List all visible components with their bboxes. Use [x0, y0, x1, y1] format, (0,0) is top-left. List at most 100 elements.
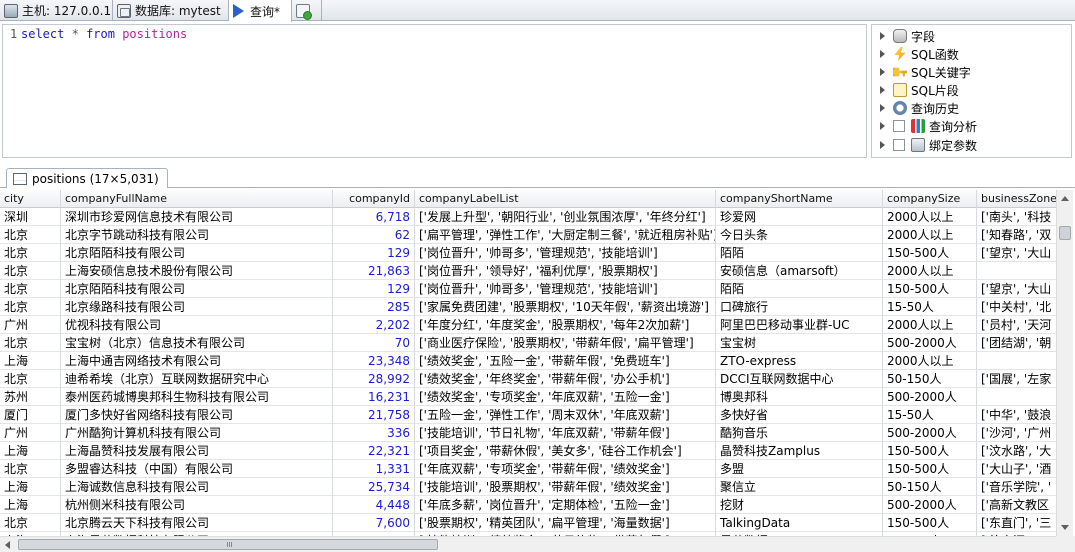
- row-cell-company-full-name[interactable]: 北京字节跳动科技有限公司: [61, 226, 333, 244]
- row-cell-company-label-list[interactable]: ['技能培训', '节日礼物', '年底双薪', '带薪年假']: [415, 424, 716, 442]
- row-cell-company-full-name[interactable]: 泰州医药城博奥邦科生物科技有限公司: [61, 388, 333, 406]
- row-cell-company-short-name[interactable]: 陌陌: [716, 244, 883, 262]
- row-cell-company-size[interactable]: 150-500人: [883, 280, 977, 298]
- expand-arrow-icon[interactable]: [880, 50, 885, 58]
- tab-database[interactable]: 数据库: mytest: [113, 0, 229, 21]
- row-cell-company-label-list[interactable]: ['扁平管理', '弹性工作', '大厨定制三餐', '就近租房补贴']: [415, 226, 716, 244]
- row-cell-company-id[interactable]: 16,231: [333, 388, 415, 406]
- row-cell-business-zones[interactable]: [977, 262, 1056, 280]
- row-cell-city[interactable]: 上海: [0, 442, 61, 460]
- row-cell-company-full-name[interactable]: 上海安硕信息技术股份有限公司: [61, 262, 333, 280]
- row-cell-business-zones[interactable]: [977, 352, 1056, 370]
- row-cell-company-size[interactable]: 150-500人: [883, 244, 977, 262]
- row-cell-company-short-name[interactable]: 多快好省: [716, 406, 883, 424]
- table-row[interactable]: 北京 北京陌陌科技有限公司 129 ['岗位晋升', '帅哥多', '管理规范', '…: [0, 244, 1056, 262]
- expand-arrow-icon[interactable]: [880, 122, 885, 130]
- row-cell-company-short-name[interactable]: 陌陌: [716, 280, 883, 298]
- row-cell-company-label-list[interactable]: ['发展上升型', '朝阳行业', '创业氛围浓厚', '年终分红']: [415, 208, 716, 226]
- table-row[interactable]: 北京 迪希希埃（北京）互联网数据研究中心 28,992 ['绩效奖金', '年终奖金'…: [0, 370, 1056, 388]
- new-query-tab-button[interactable]: [292, 0, 322, 21]
- row-cell-city[interactable]: 北京: [0, 244, 61, 262]
- row-cell-business-zones[interactable]: ['中关村', '北: [977, 298, 1056, 316]
- row-cell-business-zones[interactable]: ['汶水路', '大: [977, 442, 1056, 460]
- table-row[interactable]: 北京 宝宝树（北京）信息技术有限公司 70 ['商业医疗保险', '股票期权', '带…: [0, 334, 1056, 352]
- row-cell-business-zones[interactable]: ['望京', '大山: [977, 280, 1056, 298]
- column-header-company-id[interactable]: companyId: [333, 190, 415, 208]
- helper-item-query-analysis[interactable]: 查询分析: [880, 117, 977, 135]
- table-row[interactable]: 北京 多盟睿达科技（中国）有限公司 1,331 ['年底双薪', '专项奖金', '带…: [0, 460, 1056, 478]
- row-cell-company-full-name[interactable]: 北京缘路科技有限公司: [61, 298, 333, 316]
- row-cell-business-zones[interactable]: ['知春路', '双: [977, 226, 1056, 244]
- row-cell-company-id[interactable]: 129: [333, 244, 415, 262]
- table-row[interactable]: 北京 北京陌陌科技有限公司 129 ['岗位晋升', '帅哥多', '管理规范', '…: [0, 280, 1056, 298]
- scroll-left-arrow-icon[interactable]: [5, 541, 10, 549]
- row-cell-company-id[interactable]: 62: [333, 226, 415, 244]
- helper-item-sql-snippets[interactable]: SQL片段: [880, 81, 959, 99]
- row-cell-company-full-name[interactable]: 深圳市珍爱网信息技术有限公司: [61, 208, 333, 226]
- table-row[interactable]: 北京 北京腾云天下科技有限公司 7,600 ['股票期权', '精英团队', '扁平管…: [0, 514, 1056, 532]
- column-header-company-short-name[interactable]: companyShortName: [716, 190, 883, 208]
- sql-editor[interactable]: 1 select * from positions: [2, 24, 867, 158]
- bind-params-checkbox[interactable]: [893, 139, 905, 151]
- row-cell-city[interactable]: 上海: [0, 478, 61, 496]
- table-row[interactable]: 上海 上海晶赞科技发展有限公司 22,321 ['项目奖金', '带薪休假', '美女…: [0, 442, 1056, 460]
- row-cell-company-id[interactable]: 285: [333, 298, 415, 316]
- helper-item-bind-params[interactable]: 绑定参数: [880, 136, 977, 154]
- row-cell-company-full-name[interactable]: 北京陌陌科技有限公司: [61, 244, 333, 262]
- row-cell-company-id[interactable]: 22,321: [333, 442, 415, 460]
- row-cell-company-size[interactable]: 2000人以上: [883, 208, 977, 226]
- row-cell-business-zones[interactable]: [977, 388, 1056, 406]
- row-cell-company-short-name[interactable]: 聚信立: [716, 478, 883, 496]
- row-cell-company-full-name[interactable]: 北京腾云天下科技有限公司: [61, 514, 333, 532]
- row-cell-company-label-list[interactable]: ['绩效奖金', '专项奖金', '年底双薪', '五险一金']: [415, 388, 716, 406]
- scroll-up-arrow-icon[interactable]: [1061, 196, 1069, 201]
- vertical-scrollbar[interactable]: [1056, 190, 1073, 536]
- column-header-company-full-name[interactable]: companyFullName: [61, 190, 333, 208]
- row-cell-company-short-name[interactable]: ZTO-express: [716, 352, 883, 370]
- expand-arrow-icon[interactable]: [880, 104, 885, 112]
- row-cell-company-full-name[interactable]: 杭州侧米科技有限公司: [61, 496, 333, 514]
- row-cell-company-size[interactable]: 500-2000人: [883, 424, 977, 442]
- table-row[interactable]: 广州 优视科技有限公司 2,202 ['年度分红', '年度奖金', '股票期权', …: [0, 316, 1056, 334]
- row-cell-company-short-name[interactable]: 挖财: [716, 496, 883, 514]
- horizontal-scrollbar[interactable]: [0, 536, 1056, 552]
- row-cell-company-id[interactable]: 23,348: [333, 352, 415, 370]
- row-cell-city[interactable]: 北京: [0, 226, 61, 244]
- row-cell-company-label-list[interactable]: ['年度分红', '年度奖金', '股票期权', '每年2次加薪']: [415, 316, 716, 334]
- row-cell-company-label-list[interactable]: ['五险一金', '弹性工作', '周末双休', '年底双薪']: [415, 406, 716, 424]
- vertical-scroll-thumb[interactable]: [1059, 226, 1071, 240]
- row-cell-company-size[interactable]: 2000人以上: [883, 316, 977, 334]
- row-cell-company-size[interactable]: 2000人以上: [883, 352, 977, 370]
- row-cell-company-short-name[interactable]: 今日头条: [716, 226, 883, 244]
- row-cell-company-short-name[interactable]: 珍爱网: [716, 208, 883, 226]
- table-row[interactable]: 厦门 厦门多快好省网络科技有限公司 21,758 ['五险一金', '弹性工作', '…: [0, 406, 1056, 424]
- helper-item-sql-functions[interactable]: SQL函数: [880, 45, 959, 63]
- row-cell-company-id[interactable]: 6,718: [333, 208, 415, 226]
- row-cell-company-id[interactable]: 21,758: [333, 406, 415, 424]
- row-cell-company-short-name[interactable]: 博奥邦科: [716, 388, 883, 406]
- row-cell-business-zones[interactable]: ['南头', '科技: [977, 208, 1056, 226]
- result-tab[interactable]: positions (17×5,031): [6, 168, 168, 188]
- row-cell-company-short-name[interactable]: TalkingData: [716, 514, 883, 532]
- row-cell-city[interactable]: 上海: [0, 496, 61, 514]
- row-cell-company-label-list[interactable]: ['项目奖金', '带薪休假', '美女多', '硅谷工作机会']: [415, 442, 716, 460]
- row-cell-company-short-name[interactable]: DCCI互联网数据中心: [716, 370, 883, 388]
- row-cell-company-full-name[interactable]: 北京陌陌科技有限公司: [61, 280, 333, 298]
- row-cell-company-label-list[interactable]: ['年底多薪', '岗位晋升', '定期体检', '五险一金']: [415, 496, 716, 514]
- table-row[interactable]: 苏州 泰州医药城博奥邦科生物科技有限公司 16,231 ['绩效奖金', '专项奖金'…: [0, 388, 1056, 406]
- row-cell-company-full-name[interactable]: 上海诚数信息科技有限公司: [61, 478, 333, 496]
- row-cell-business-zones[interactable]: ['员村', '天河: [977, 316, 1056, 334]
- row-cell-business-zones[interactable]: ['高新文教区: [977, 496, 1056, 514]
- table-row[interactable]: 北京 北京缘路科技有限公司 285 ['家属免费团建', '股票期权', '10天年假…: [0, 298, 1056, 316]
- row-cell-city[interactable]: 广州: [0, 424, 61, 442]
- row-cell-company-size[interactable]: 150-500人: [883, 442, 977, 460]
- row-cell-company-size[interactable]: 150-500人: [883, 460, 977, 478]
- row-cell-company-full-name[interactable]: 迪希希埃（北京）互联网数据研究中心: [61, 370, 333, 388]
- row-cell-company-short-name[interactable]: 多盟: [716, 460, 883, 478]
- helper-item-sql-keywords[interactable]: SQL关键字: [880, 63, 971, 81]
- row-cell-city[interactable]: 北京: [0, 298, 61, 316]
- row-cell-company-short-name[interactable]: 宝宝树: [716, 334, 883, 352]
- sql-code-line[interactable]: select * from positions: [21, 27, 187, 41]
- row-cell-company-label-list[interactable]: ['岗位晋升', '帅哥多', '管理规范', '技能培训']: [415, 244, 716, 262]
- row-cell-company-full-name[interactable]: 广州酷狗计算机科技有限公司: [61, 424, 333, 442]
